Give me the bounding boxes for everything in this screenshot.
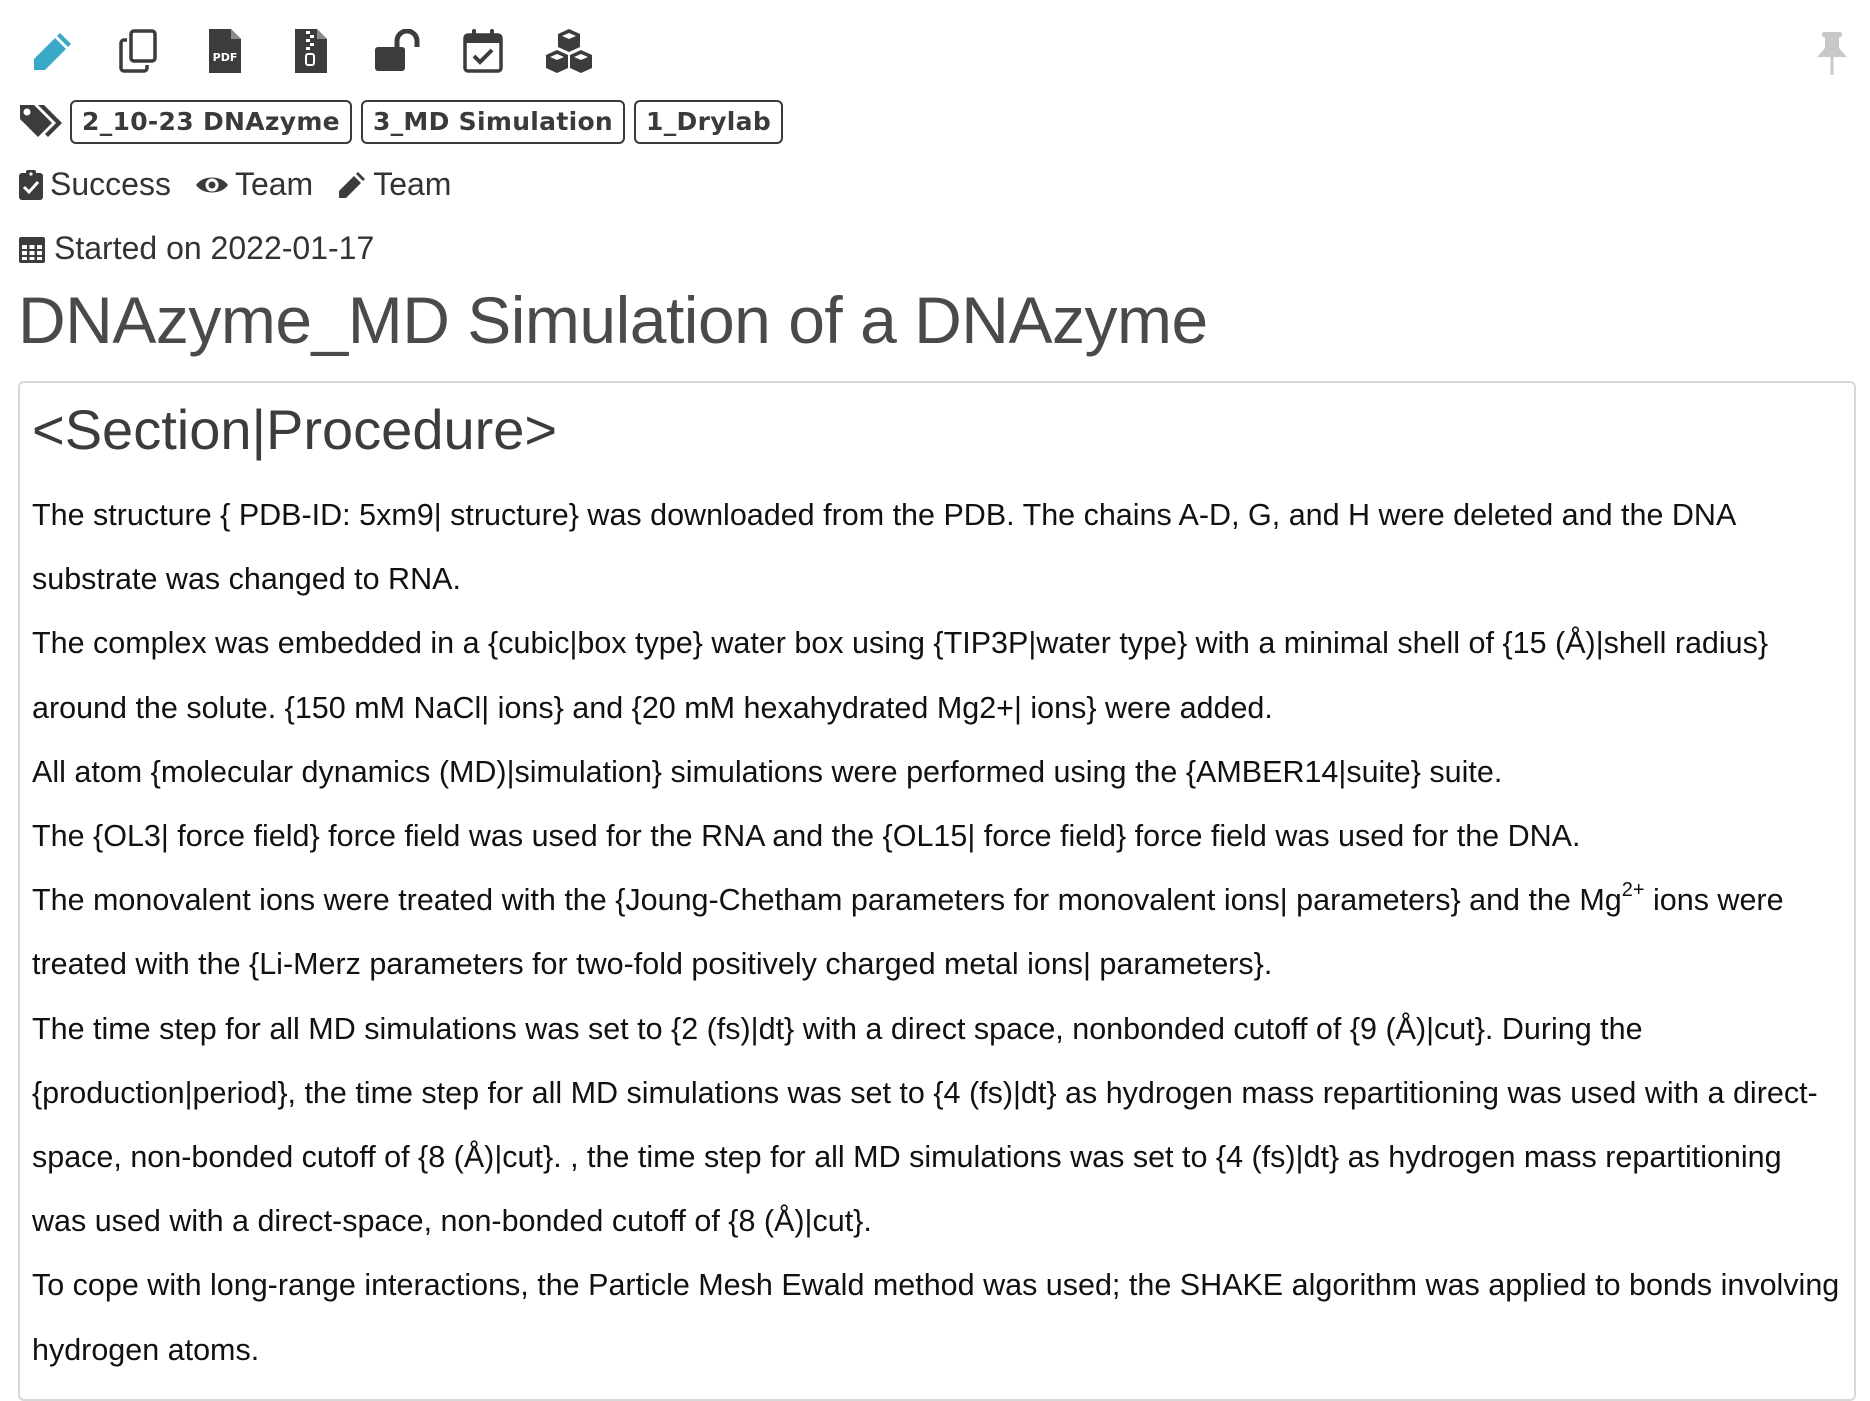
clipboard-check-icon bbox=[19, 169, 43, 200]
paragraph: All atom {molecular dynamics (MD)|simula… bbox=[32, 754, 1503, 789]
page-title: DNAzyme_MD Simulation of a DNAzyme bbox=[18, 283, 1208, 357]
procedure-text: The structure { PDB-ID: 5xm9| structure}… bbox=[32, 483, 1842, 1382]
write-access-label: Team bbox=[373, 166, 452, 202]
calendar-icon bbox=[19, 236, 45, 263]
tags-icon bbox=[20, 105, 62, 137]
zip-file-icon[interactable] bbox=[286, 26, 336, 76]
paragraph-text: The monovalent ions were treated with th… bbox=[32, 883, 1622, 918]
visibility-indicator[interactable]: Team bbox=[195, 166, 313, 203]
write-access-indicator[interactable]: Team bbox=[337, 166, 451, 203]
pencil-icon[interactable] bbox=[28, 26, 78, 76]
status-indicator[interactable]: Success bbox=[18, 166, 171, 203]
svg-text:PDF: PDF bbox=[213, 51, 238, 64]
tag-badge[interactable]: 3_MD Simulation bbox=[360, 100, 626, 144]
unlock-icon[interactable] bbox=[372, 26, 422, 76]
entity-toolbar: PDF bbox=[28, 26, 630, 76]
start-date-label: Started on 2022-01-17 bbox=[54, 230, 375, 266]
tag-badge[interactable]: 1_Drylab bbox=[634, 100, 784, 144]
calendar-check-icon[interactable] bbox=[458, 26, 508, 76]
start-date: Started on 2022-01-17 bbox=[18, 230, 374, 267]
pin-icon[interactable] bbox=[1814, 30, 1850, 76]
section-heading: <Section|Procedure> bbox=[32, 398, 558, 461]
eye-icon bbox=[195, 177, 228, 192]
copy-icon[interactable] bbox=[114, 26, 164, 76]
paragraph: The structure { PDB-ID: 5xm9| structure}… bbox=[32, 498, 1735, 597]
paragraph: The {OL3| force field} force field was u… bbox=[32, 819, 1581, 854]
superscript: 2+ bbox=[1621, 879, 1645, 902]
paragraph: The complex was embedded in a {cubic|box… bbox=[32, 626, 1769, 725]
paragraph: To cope with long-range interactions, th… bbox=[32, 1268, 1840, 1367]
pdf-icon[interactable]: PDF bbox=[200, 26, 250, 76]
experiment-body: <Section|Procedure> The structure { PDB-… bbox=[18, 381, 1856, 1401]
cubes-icon[interactable] bbox=[544, 26, 594, 76]
tag-badge[interactable]: 2_10-23 DNAzyme bbox=[70, 100, 352, 144]
status-row: Success Team Team bbox=[18, 166, 475, 203]
paragraph: The monovalent ions were treated with th… bbox=[32, 868, 1842, 996]
visibility-label: Team bbox=[234, 166, 314, 202]
pencil-small-icon bbox=[339, 171, 366, 198]
paragraph: The time step for all MD simulations was… bbox=[32, 1011, 1818, 1239]
tags-row: 2_10-23 DNAzyme 3_MD Simulation 1_Drylab bbox=[18, 100, 792, 144]
status-label: Success bbox=[50, 166, 171, 202]
